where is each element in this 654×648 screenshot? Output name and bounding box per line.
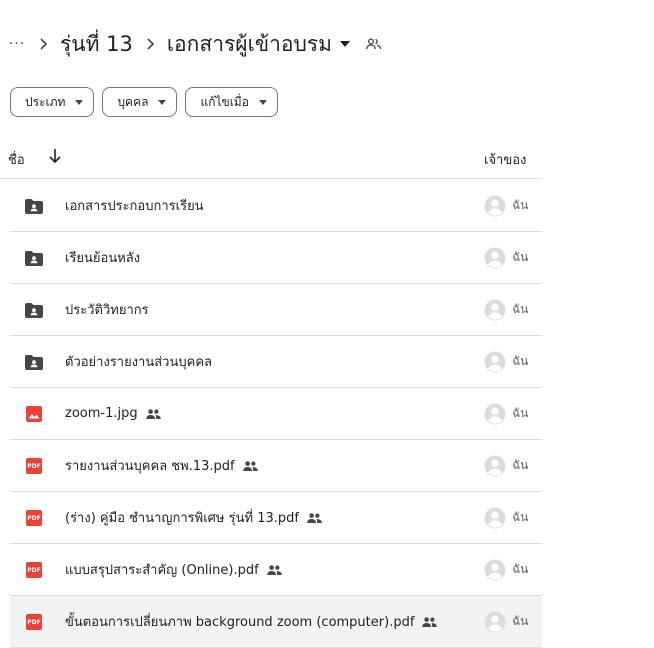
owner-cell: ฉัน (484, 388, 528, 439)
owner-cell: ฉัน (484, 284, 528, 335)
avatar-icon (484, 403, 506, 425)
current-folder-title: เอกสารผู้เข้าอบรม (166, 31, 332, 56)
shared-people-icon (422, 616, 438, 627)
shared-people-icon (242, 460, 258, 471)
file-name-cell: ตัวอย่างรายงานส่วนบุคคล (65, 336, 212, 387)
file-name: รายงานส่วนบุคคล ชพ.13.pdf (65, 459, 235, 474)
owner-cell: ฉัน (484, 232, 528, 283)
file-name-cell: zoom-1.jpg (65, 388, 161, 439)
caret-down-icon (339, 41, 350, 47)
shared-people-icon (145, 408, 161, 419)
file-name-cell: (ร่าง) คู่มือ ชำนาญการพิเศษ รุ่นที่ 13.p… (65, 492, 322, 543)
file-row[interactable]: PDF แบบสรุปสาระสำคัญ (Online).pdf ฉัน (10, 544, 542, 596)
file-row[interactable]: PDF (ร่าง) คู่มือ ชำนาญการพิเศษ รุ่นที่ 1… (10, 492, 542, 544)
file-name-cell: รายงานส่วนบุคคล ชพ.13.pdf (65, 440, 258, 491)
avatar-icon (484, 247, 506, 269)
chevron-right-icon (30, 37, 56, 51)
owner-name: ฉัน (512, 614, 529, 628)
file-row[interactable]: เรียนย้อนหลัง ฉัน (10, 232, 542, 284)
owner-cell: ฉัน (484, 596, 528, 647)
pdf-badge-label: PDF (26, 458, 42, 474)
shared-folder-icon (25, 301, 43, 319)
owner-cell: ฉัน (484, 440, 528, 491)
chip-label: บุคคล (117, 94, 149, 109)
avatar-icon (484, 611, 506, 633)
pdf-file-icon: PDF (25, 457, 43, 475)
pdf-file-icon: PDF (25, 561, 43, 579)
owner-column-header[interactable]: เจ้าของ (484, 149, 526, 170)
file-name: zoom-1.jpg (65, 406, 138, 421)
shared-people-icon (266, 564, 282, 575)
avatar-icon (484, 455, 506, 477)
owner-name: ฉัน (512, 458, 529, 472)
chip-label: ประเภท (25, 94, 66, 109)
name-column-header[interactable]: ชื่อ (8, 149, 25, 170)
pdf-badge-label: PDF (26, 614, 42, 630)
shared-folder-people-icon[interactable] (366, 38, 382, 50)
caret-down-icon (75, 99, 84, 105)
owner-name: ฉัน (512, 198, 529, 212)
file-row[interactable]: ตัวอย่างรายงานส่วนบุคคล ฉัน (10, 336, 542, 388)
owner-cell: ฉัน (484, 492, 528, 543)
caret-down-icon (258, 99, 267, 105)
file-name-cell: ประวัติวิทยากร (65, 284, 149, 335)
owner-name: ฉัน (512, 354, 529, 368)
file-row[interactable]: PDF รายงานส่วนบุคคล ชพ.13.pdf ฉัน (10, 440, 542, 492)
file-name: แบบสรุปสาระสำคัญ (Online).pdf (65, 563, 259, 578)
file-name-cell: เอกสารประกอบการเรียน (65, 180, 204, 231)
avatar-icon (484, 351, 506, 373)
people-filter-chip[interactable]: บุคคล (102, 87, 178, 117)
current-folder-button[interactable]: เอกสารผู้เข้าอบรม (163, 26, 354, 63)
shared-people-icon (307, 512, 322, 523)
sort-arrow-down-icon[interactable] (48, 148, 62, 164)
avatar-icon (484, 507, 506, 529)
file-name: ขั้นตอนการเปลี่ยนภาพ background zoom (co… (65, 615, 415, 630)
pdf-file-icon: PDF (25, 613, 43, 631)
caret-down-icon (158, 99, 167, 105)
file-name: (ร่าง) คู่มือ ชำนาญการพิเศษ รุ่นที่ 13.p… (65, 511, 299, 526)
owner-name: ฉัน (512, 510, 529, 524)
shared-folder-icon (25, 353, 43, 371)
file-name: เรียนย้อนหลัง (65, 251, 141, 266)
owner-name: ฉัน (512, 250, 529, 264)
more-breadcrumbs-button[interactable]: ··· (4, 32, 30, 56)
file-row[interactable]: เอกสารประกอบการเรียน ฉัน (10, 180, 542, 232)
pdf-file-icon: PDF (25, 509, 43, 527)
file-name: ตัวอย่างรายงานส่วนบุคคล (65, 355, 212, 370)
owner-name: ฉัน (512, 406, 529, 420)
owner-cell: ฉัน (484, 180, 528, 231)
type-filter-chip[interactable]: ประเภท (10, 87, 95, 117)
avatar-icon (484, 195, 506, 217)
chevron-right-icon (137, 37, 163, 51)
pdf-badge-label: PDF (26, 510, 42, 526)
file-list-header: ชื่อ เจ้าของ (0, 140, 542, 179)
owner-cell: ฉัน (484, 544, 528, 595)
chip-label: แก้ไขเมื่อ (200, 94, 249, 109)
file-name: ประวัติวิทยากร (65, 303, 149, 318)
owner-name: ฉัน (512, 302, 529, 316)
pdf-badge-label: PDF (26, 562, 42, 578)
file-row[interactable]: ประวัติวิทยากร ฉัน (10, 284, 542, 336)
image-file-icon (25, 405, 43, 423)
file-row[interactable]: PDF ขั้นตอนการเปลี่ยนภาพ background zoom … (10, 596, 542, 648)
filter-chips: ประเภท บุคคล แก้ไขเมื่อ (10, 87, 278, 117)
owner-cell: ฉัน (484, 336, 528, 387)
file-row[interactable]: zoom-1.jpg ฉัน (10, 388, 542, 440)
file-name-cell: ขั้นตอนการเปลี่ยนภาพ background zoom (co… (65, 596, 438, 647)
file-list: เอกสารประกอบการเรียน ฉัน เรียนย้อนหลัง ฉันป… (10, 180, 542, 648)
shared-folder-icon (25, 197, 43, 215)
file-name-cell: เรียนย้อนหลัง (65, 232, 140, 283)
shared-folder-icon (25, 249, 43, 267)
breadcrumb-parent-folder[interactable]: รุ่นที่ 13 (56, 26, 137, 63)
file-name-cell: แบบสรุปสาระสำคัญ (Online).pdf (65, 544, 282, 595)
file-name: เอกสารประกอบการเรียน (65, 199, 204, 214)
breadcrumb: ··· รุ่นที่ 13 เอกสารผู้เข้าอบรม (0, 26, 382, 62)
modified-filter-chip[interactable]: แก้ไขเมื่อ (185, 87, 278, 117)
avatar-icon (484, 559, 506, 581)
owner-name: ฉัน (512, 562, 529, 576)
avatar-icon (484, 299, 506, 321)
